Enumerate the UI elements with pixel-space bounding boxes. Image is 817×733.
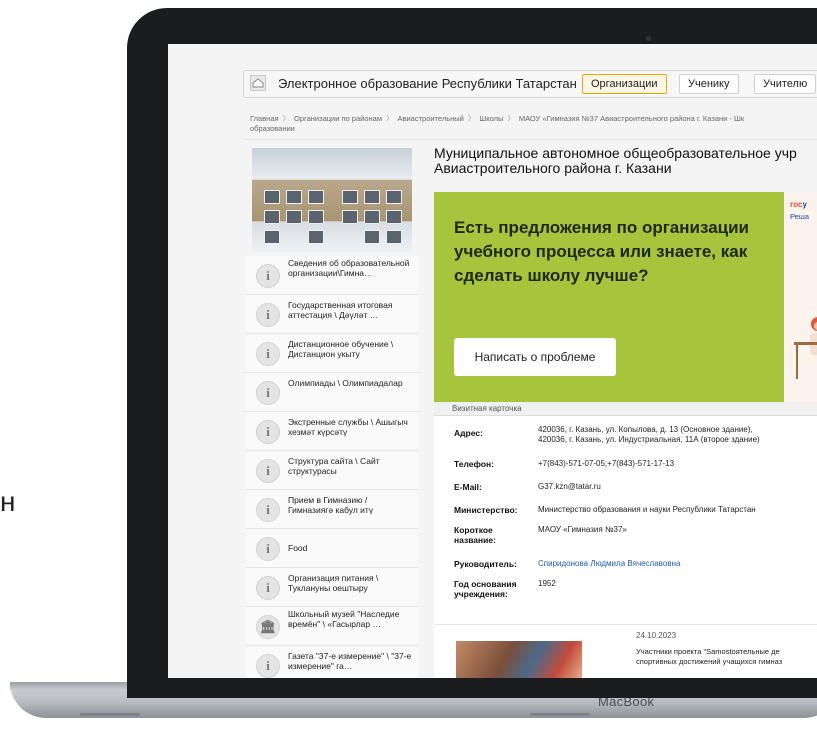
report-problem-button[interactable]: Написать о проблеме (454, 338, 616, 376)
sidebar-item-label: Олимпиады \ Олимпиадалар (288, 378, 403, 388)
tab-student[interactable]: Ученику (679, 74, 739, 94)
school-building-photo (252, 148, 412, 252)
ministry-label: Министерство: (454, 505, 518, 515)
short-name-value: МАОУ «Гимназия №37» (538, 525, 627, 534)
sidebar-item-label: Экстренные службы \ Ашыгыч хезмәт күрсәт… (288, 417, 408, 437)
breadcrumb-item[interactable]: МАОУ «Гимназия №37 Авиастроительного рай… (519, 114, 744, 123)
card-header: Визитная карточка (434, 402, 817, 416)
breadcrumb-item[interactable]: Организации по районам (294, 114, 382, 123)
email-label: E-Mail: (454, 482, 482, 492)
gosuslugi-panel: госу Реша (784, 192, 817, 402)
breadcrumb-item[interactable]: Авиастроительный (397, 114, 463, 123)
address-label: Адрес: (454, 428, 483, 438)
sidebar-item-museum[interactable]: 🏛 Школьный музей "Наследие времён" \ «Га… (246, 607, 418, 646)
phone-value: +7(843)-571-07-05;+7(843)-571-17-13 (538, 459, 675, 468)
info-icon: i (256, 498, 280, 522)
sidebar-item-label: Дистанционное обучение \ Дистанцион укыт… (288, 339, 394, 359)
sidebar-item-label: Food (288, 543, 308, 553)
feedback-banner: Есть предложения по организации учебного… (434, 192, 817, 402)
sidebar-item-label: Организация питания \ Туклануны оештыру (288, 573, 379, 593)
laptop-foot (530, 713, 590, 716)
laptop-foot (80, 713, 140, 716)
short-name-label: название: (454, 535, 496, 545)
info-icon: i (256, 537, 280, 561)
sidebar-item-food[interactable]: i Food (246, 529, 418, 568)
breadcrumb-item: образовании (250, 124, 295, 133)
founded-value: 1952 (538, 579, 556, 588)
sidebar-menu: i Сведения об образовательной организаци… (246, 256, 418, 678)
divider (243, 139, 817, 140)
news-text-line: Участники проекта "Samostoятельные де (636, 647, 780, 656)
museum-icon: 🏛 (256, 615, 280, 639)
sidebar-item-label: Прием в Гимназию / Гимназиягә кабул итү (288, 495, 374, 515)
info-icon: i (256, 264, 280, 288)
news-date: 24.10.2023 (636, 631, 677, 640)
info-icon: i (256, 342, 280, 366)
gosuslugi-logo: госу (790, 200, 807, 209)
info-icon: i (256, 420, 280, 444)
sidebar-item-label: Сведения об образовательной организации\… (288, 258, 410, 278)
ministry-value: Министерство образования и науки Республ… (538, 505, 756, 514)
org-title-line: Муниципальное автономное общеобразовател… (434, 145, 797, 161)
browser-screen: Электронное образование Республики Татар… (168, 44, 817, 678)
person-illustration-icon (794, 317, 817, 379)
sidebar-item-newspaper[interactable]: i Газета "37-е измерение" \ "37-е измере… (246, 646, 418, 678)
camera-icon (646, 36, 651, 41)
sidebar-item-site-structure[interactable]: i Структура сайта \ Сайт структурасы (246, 451, 418, 490)
info-icon: i (256, 576, 280, 600)
site-title[interactable]: Электронное образование Республики Татар… (278, 76, 577, 91)
info-icon: i (256, 303, 280, 327)
page-title: Муниципальное автономное общеобразовател… (434, 146, 817, 176)
info-icon: i (256, 459, 280, 483)
breadcrumb: Главная 〉 Организации по районам 〉 Авиастрои… (250, 114, 745, 133)
tab-teacher[interactable]: Учителю (754, 74, 817, 94)
sidebar-item-distance-learning[interactable]: i Дистанционное обучение \ Дистанцион ук… (246, 334, 418, 373)
head-label: Руководитель: (454, 559, 517, 569)
business-card: Визитная карточка Адрес: 420036, г. Каза… (434, 402, 817, 628)
email-value[interactable]: G37.kzn@tatar.ru (538, 482, 601, 492)
head-link[interactable]: Спиридонова Людмила Вячеславовна (538, 559, 680, 569)
sidebar-item-catering[interactable]: i Организация питания \ Туклануны оештыр… (246, 568, 418, 607)
address-value: 420036, г. Казань, ул. Индустриальная, 1… (538, 435, 760, 444)
phone-label: Телефон: (454, 459, 494, 469)
org-title-line: Авиастроительного района г. Казани (434, 160, 672, 176)
sidebar-item-label: Государственная итоговая аттестация \ Дә… (288, 300, 393, 320)
news-text: Участники проекта "Samostoятельные де сп… (636, 647, 817, 667)
sidebar-item-label: Школьный музей "Наследие времён" \ «Гасы… (288, 609, 400, 629)
page-edge-text: н (0, 486, 16, 517)
sidebar-item-info[interactable]: i Сведения об образовательной организаци… (246, 256, 418, 295)
sidebar-item-label: Газета "37-е измерение" \ "37-е измерени… (288, 651, 412, 671)
tab-organizations[interactable]: Организации (582, 74, 667, 94)
news-image[interactable] (456, 641, 582, 678)
sidebar-item-olympiads[interactable]: i Олимпиады \ Олимпиадалар (246, 373, 418, 412)
home-icon[interactable] (250, 75, 266, 91)
founded-label: учреждения: (454, 589, 508, 599)
founded-label: Год основания (454, 579, 517, 589)
sidebar-item-admission[interactable]: i Прием в Гимназию / Гимназиягә кабул ит… (246, 490, 418, 529)
info-icon: i (256, 654, 280, 678)
sidebar-item-attestation[interactable]: i Государственная итоговая аттестация \ … (246, 295, 418, 334)
short-name-label: Короткое (454, 525, 493, 535)
news-item[interactable]: 24.10.2023 Участники проекта "Samostoяте… (434, 624, 817, 678)
breadcrumb-item[interactable]: Главная (250, 114, 279, 123)
breadcrumb-item[interactable]: Школы (479, 114, 503, 123)
gosuslugi-subtitle: Реша (790, 212, 810, 221)
top-navigation: Электронное образование Республики Татар… (243, 70, 817, 98)
news-text-line: спортивных достижений учащихся гимназ (636, 657, 783, 666)
info-icon: i (256, 381, 280, 405)
address-value: 420036, г. Казань, ул. Копылова, д. 13 (… (538, 425, 753, 434)
sidebar-item-label: Структура сайта \ Сайт структурасы (288, 456, 380, 476)
sidebar-item-emergency[interactable]: i Экстренные службы \ Ашыгыч хезмәт күрс… (246, 412, 418, 451)
banner-text: Есть предложения по организации учебного… (454, 218, 750, 285)
